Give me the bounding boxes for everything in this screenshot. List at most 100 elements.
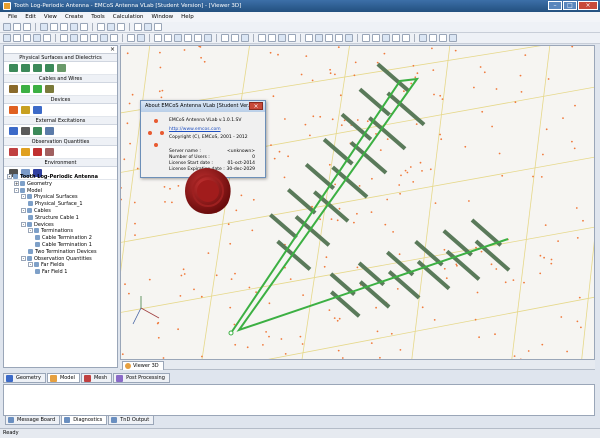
- menu-item[interactable]: Create: [61, 14, 87, 20]
- toolbar-button-icon[interactable]: [184, 34, 192, 42]
- tool-icon[interactable]: [21, 106, 30, 114]
- toolbar-button-icon[interactable]: [392, 34, 400, 42]
- panel-close-icon[interactable]: ×: [110, 46, 115, 54]
- toolbar-button-icon[interactable]: [117, 23, 125, 31]
- tree-toggle-icon[interactable]: -: [7, 174, 12, 179]
- tab-geometry[interactable]: Geometry: [3, 373, 46, 383]
- tool-icon[interactable]: [45, 64, 54, 72]
- tree-toggle-icon[interactable]: -: [28, 228, 33, 234]
- toolbar-button-icon[interactable]: [3, 23, 11, 31]
- tree-item[interactable]: - Tooth Log-Periodic Antenna: [4, 174, 117, 181]
- toolbar-button-icon[interactable]: [23, 34, 31, 42]
- section-header[interactable]: Environment: [4, 159, 117, 167]
- toolbar-button-icon[interactable]: [134, 23, 142, 31]
- about-url-link[interactable]: http://www.emcos.com: [169, 127, 221, 132]
- tree-item[interactable]: + Geometry: [4, 180, 117, 188]
- tree-item[interactable]: - Observation Quantities: [4, 255, 117, 263]
- toolbar-button-icon[interactable]: [362, 34, 370, 42]
- toolbar-button-icon[interactable]: [23, 23, 31, 31]
- toolbar-button-icon[interactable]: [335, 34, 343, 42]
- toolbar-button-icon[interactable]: [325, 34, 333, 42]
- menu-item[interactable]: Window: [147, 14, 177, 20]
- tree-toggle-icon[interactable]: -: [21, 255, 26, 261]
- tree-item[interactable]: Physical_Surface_1: [4, 201, 117, 208]
- tool-icon[interactable]: [9, 127, 18, 135]
- toolbar-button-icon[interactable]: [70, 34, 78, 42]
- tool-icon[interactable]: [33, 85, 42, 93]
- menu-item[interactable]: File: [4, 14, 21, 20]
- toolbar-button-icon[interactable]: [13, 23, 21, 31]
- toolbar-button-icon[interactable]: [80, 23, 88, 31]
- tree-item[interactable]: - Physical Surfaces: [4, 194, 117, 201]
- tab-mesh[interactable]: Mesh: [80, 373, 113, 383]
- toolbar-button-icon[interactable]: [231, 34, 239, 42]
- tree-toggle-icon[interactable]: -: [14, 187, 19, 193]
- section-header[interactable]: External Excitations: [4, 117, 117, 125]
- toolbar-button-icon[interactable]: [90, 34, 98, 42]
- tool-icon[interactable]: [21, 85, 30, 93]
- tree-item[interactable]: - Cables: [4, 207, 117, 215]
- tool-icon[interactable]: [33, 64, 42, 72]
- toolbar-button-icon[interactable]: [345, 34, 353, 42]
- minimize-button[interactable]: –: [548, 1, 562, 10]
- toolbar-button-icon[interactable]: [50, 23, 58, 31]
- toolbar-button-icon[interactable]: [107, 23, 115, 31]
- tool-icon[interactable]: [9, 85, 18, 93]
- tree-toggle-icon[interactable]: -: [21, 207, 26, 213]
- toolbar-button-icon[interactable]: [60, 23, 68, 31]
- toolbar-button-icon[interactable]: [110, 34, 118, 42]
- section-header[interactable]: Observation Quantities: [4, 138, 117, 146]
- toolbar-button-icon[interactable]: [221, 34, 229, 42]
- maximize-button[interactable]: □: [563, 1, 577, 10]
- tab-tnd-output[interactable]: TnD Output: [108, 415, 155, 425]
- tab-diagnostics[interactable]: Diagnostics: [61, 415, 108, 425]
- about-close-button[interactable]: ×: [249, 102, 263, 110]
- toolbar-button-icon[interactable]: [40, 23, 48, 31]
- toolbar-button-icon[interactable]: [13, 34, 21, 42]
- toolbar-button-icon[interactable]: [449, 34, 457, 42]
- tree-item[interactable]: Structure Cable 1: [4, 214, 117, 222]
- toolbar-button-icon[interactable]: [429, 34, 437, 42]
- tool-icon[interactable]: [21, 148, 30, 156]
- tree-item[interactable]: - Model: [4, 187, 117, 195]
- toolbar-button-icon[interactable]: [137, 34, 145, 42]
- tree-item[interactable]: Cable Termination 2: [4, 235, 117, 242]
- toolbar-button-icon[interactable]: [194, 34, 202, 42]
- tool-icon[interactable]: [9, 106, 18, 114]
- toolbar-button-icon[interactable]: [33, 34, 41, 42]
- tab-message-board[interactable]: Message Board: [5, 415, 61, 425]
- toolbar-button-icon[interactable]: [3, 34, 11, 42]
- toolbar-button-icon[interactable]: [60, 34, 68, 42]
- tree-item[interactable]: Two Termination Devices: [4, 248, 117, 256]
- toolbar-button-icon[interactable]: [305, 34, 313, 42]
- tool-icon[interactable]: [45, 148, 54, 156]
- tool-icon[interactable]: [21, 127, 30, 135]
- toolbar-button-icon[interactable]: [315, 34, 323, 42]
- toolbar-button-icon[interactable]: [97, 23, 105, 31]
- section-header[interactable]: Physical Surfaces and Dielectrics: [4, 54, 117, 62]
- toolbar-button-icon[interactable]: [164, 34, 172, 42]
- tool-icon[interactable]: [9, 64, 18, 72]
- toolbar-button-icon[interactable]: [100, 34, 108, 42]
- close-button[interactable]: ×: [578, 1, 598, 10]
- toolbar-button-icon[interactable]: [439, 34, 447, 42]
- toolbar-button-icon[interactable]: [268, 34, 276, 42]
- tool-icon[interactable]: [33, 127, 42, 135]
- tool-icon[interactable]: [45, 85, 54, 93]
- toolbar-button-icon[interactable]: [43, 34, 51, 42]
- tab-model[interactable]: Model: [46, 373, 80, 383]
- tree-item[interactable]: - Far Fields: [4, 262, 117, 269]
- tree-toggle-icon[interactable]: +: [14, 180, 19, 186]
- tree-toggle-icon[interactable]: -: [21, 221, 26, 227]
- toolbar-button-icon[interactable]: [419, 34, 427, 42]
- section-header[interactable]: Devices: [4, 96, 117, 104]
- tree-item[interactable]: - Devices: [4, 221, 117, 229]
- tab-viewer-3d[interactable]: Viewer 3D: [122, 361, 164, 370]
- toolbar-button-icon[interactable]: [382, 34, 390, 42]
- toolbar-button-icon[interactable]: [278, 34, 286, 42]
- toolbar-button-icon[interactable]: [80, 34, 88, 42]
- section-header[interactable]: Cables and Wires: [4, 75, 117, 83]
- tool-icon[interactable]: [33, 148, 42, 156]
- tool-icon[interactable]: [45, 127, 54, 135]
- toolbar-button-icon[interactable]: [204, 34, 212, 42]
